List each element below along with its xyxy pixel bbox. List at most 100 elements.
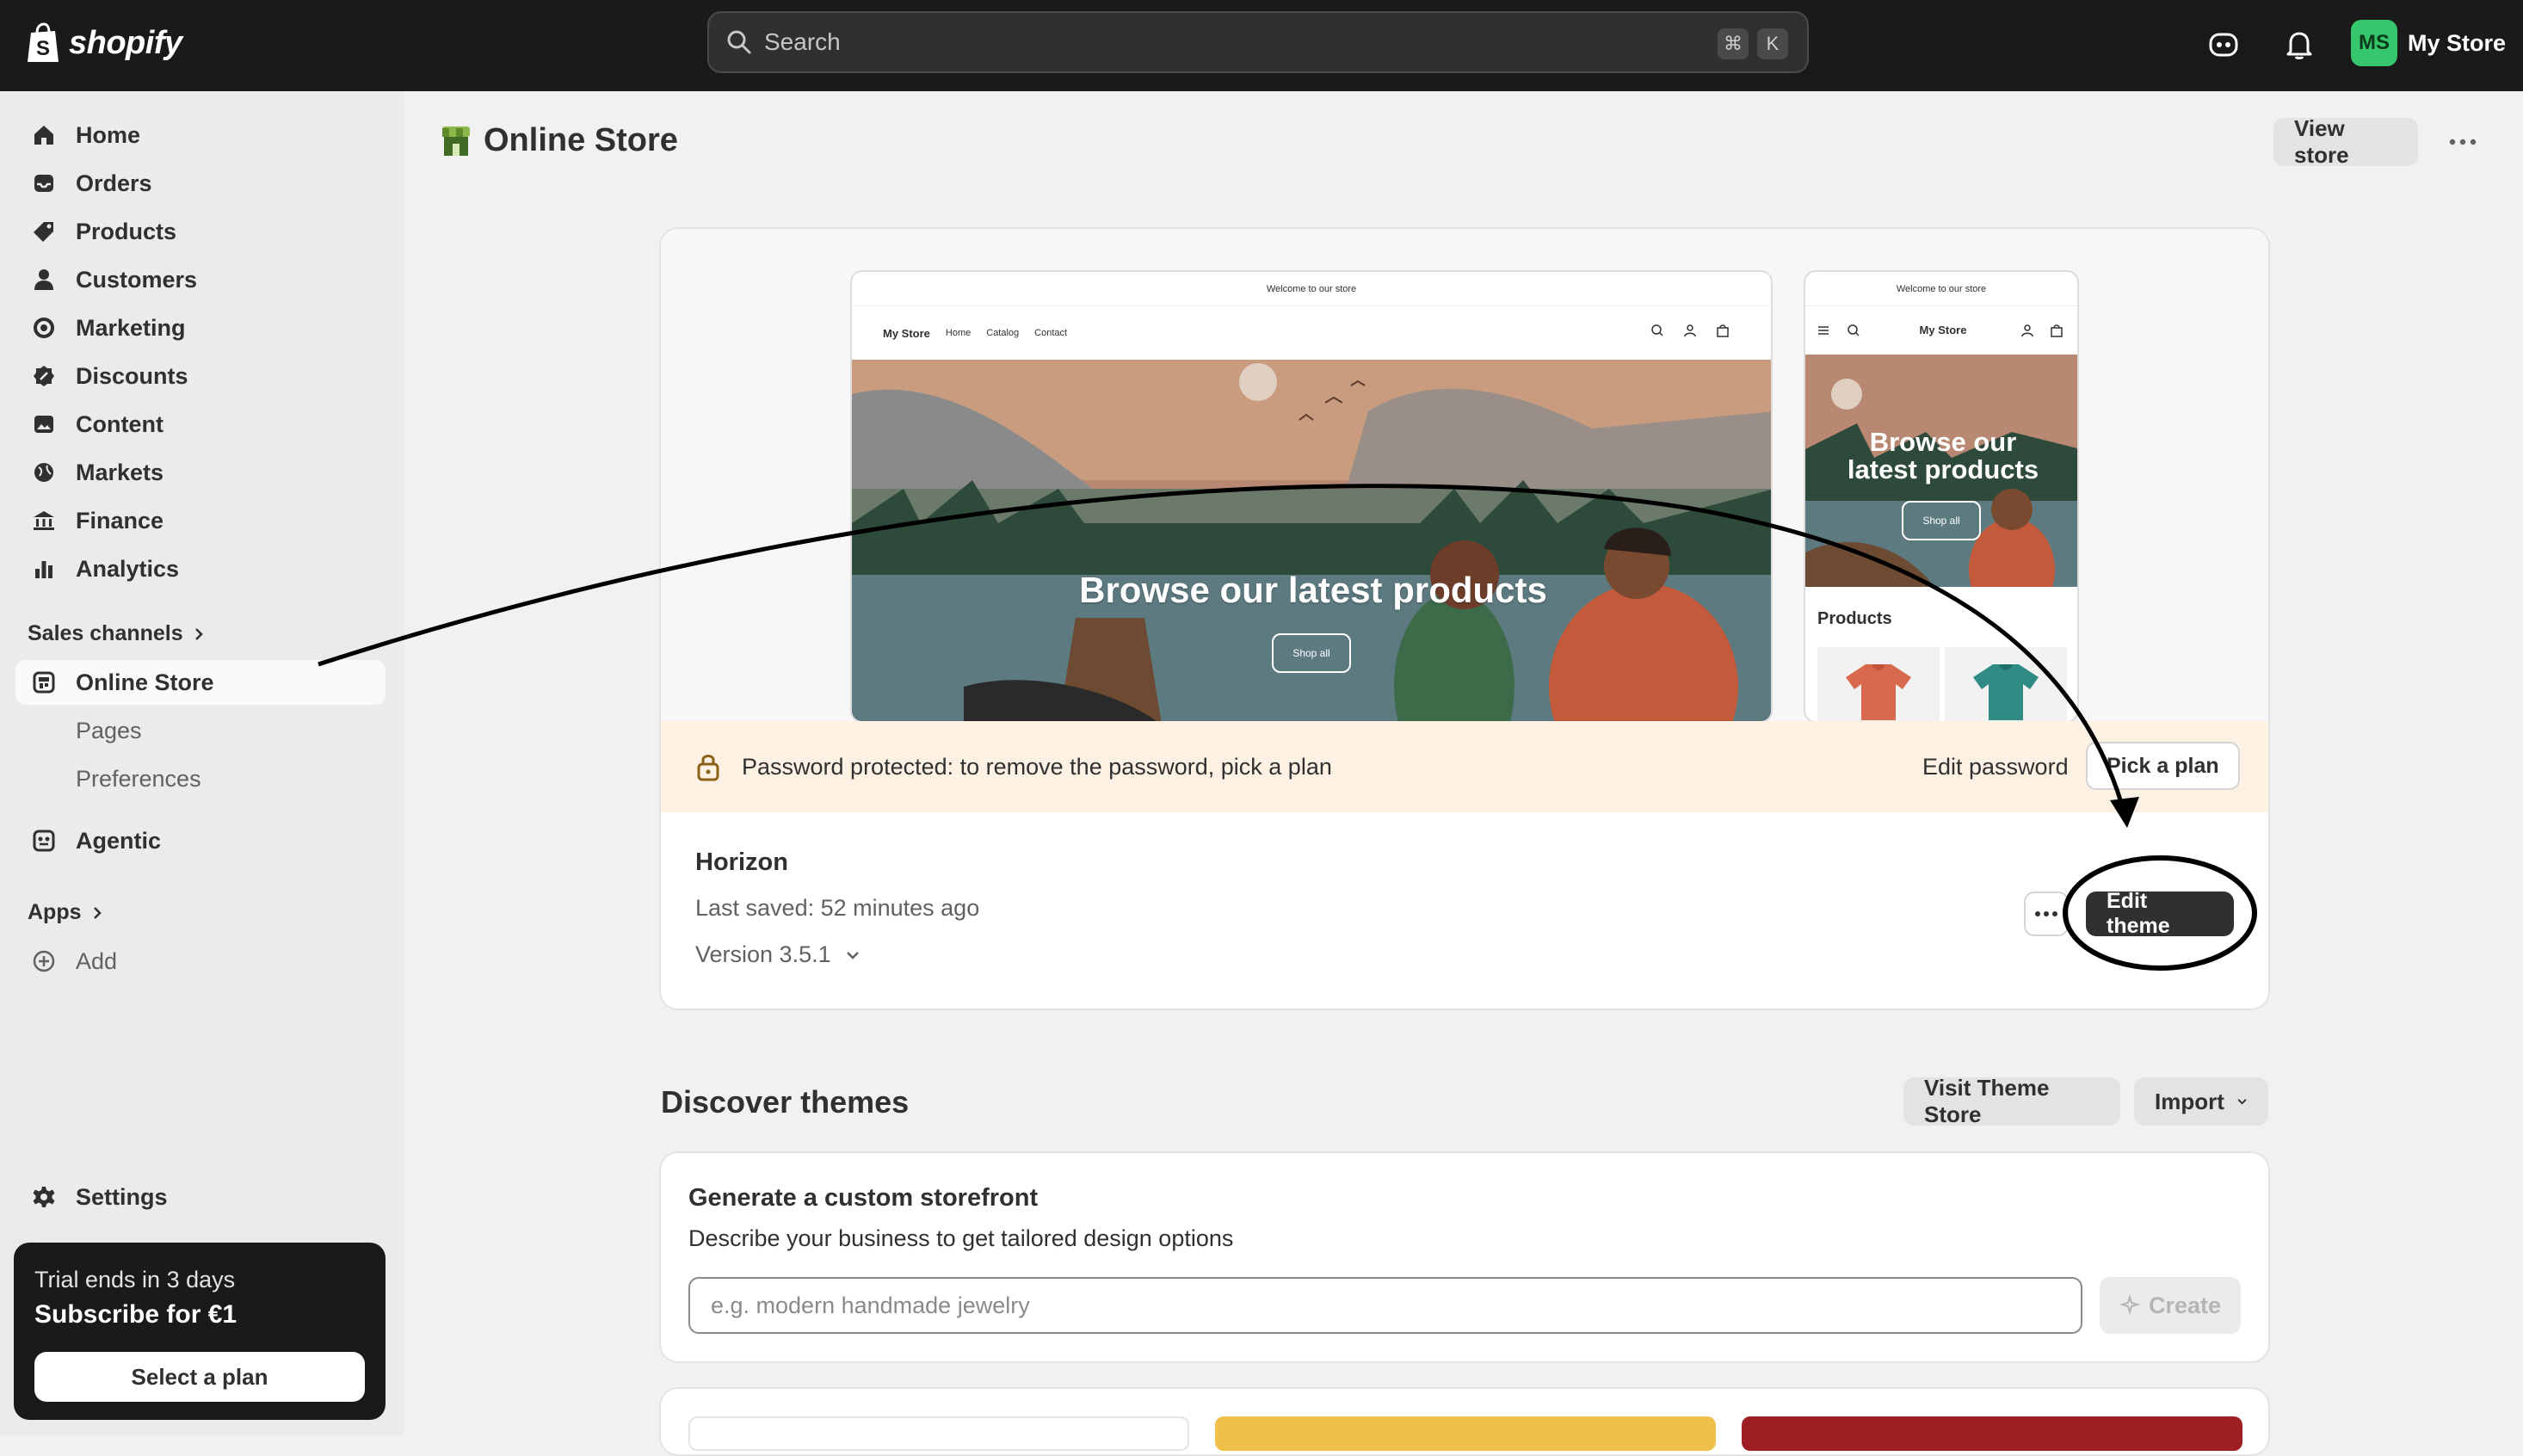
sidebar-item-home[interactable]: Home — [15, 113, 386, 157]
view-store-button[interactable]: View store — [2273, 115, 2418, 168]
sidebar-item-settings[interactable]: Settings — [15, 1175, 386, 1219]
sidebar-item-agentic[interactable]: Agentic — [15, 818, 386, 863]
mobile-hero-headline: Browse our latest products — [1847, 427, 2039, 484]
more-actions-icon[interactable] — [2444, 127, 2482, 157]
lock-icon — [697, 755, 719, 781]
subscribe-text: Subscribe for €1 — [34, 1300, 237, 1329]
desktop-preview: Welcome to our store My Store Home Catal… — [850, 270, 1773, 723]
password-banner-text: Password protected: to remove the passwo… — [742, 753, 1332, 780]
sidebar-item-pages[interactable]: Pages — [15, 708, 386, 753]
sidebar-item-analytics[interactable]: Analytics — [15, 546, 386, 591]
generate-title: Generate a custom storefront — [688, 1184, 1039, 1212]
gear-icon — [31, 1184, 57, 1210]
sidebar-item-products[interactable]: Products — [15, 209, 386, 254]
image-icon — [31, 411, 57, 437]
preview-nav-home: Home — [945, 328, 972, 338]
input-placeholder: e.g. modern handmade jewelry — [711, 1292, 1030, 1318]
import-label: Import — [2155, 1088, 2224, 1114]
preview-nav-catalog: Catalog — [986, 328, 1020, 338]
apps-label: Apps — [28, 900, 82, 924]
mobile-announcement-bar: Welcome to our store — [1805, 272, 2077, 306]
sidekick-icon[interactable] — [2205, 26, 2242, 64]
storefront-description-input[interactable]: e.g. modern handmade jewelry — [688, 1277, 2082, 1334]
sidebar-item-discounts[interactable]: Discounts — [15, 354, 386, 398]
account-menu[interactable]: MS My Store — [2351, 19, 2506, 67]
store-name: My Store — [2408, 29, 2507, 56]
discover-themes-title: Discover themes — [661, 1084, 910, 1120]
product-tile-red-shirt — [1817, 647, 1940, 721]
storefront-icon — [31, 669, 57, 695]
sidebar-item-markets[interactable]: Markets — [15, 450, 386, 495]
hero-shop-all-button: Shop all — [1272, 633, 1351, 673]
sidebar-item-finance[interactable]: Finance — [15, 498, 386, 543]
search-bar[interactable]: Search ⌘ K — [707, 11, 1809, 73]
theme-gallery — [659, 1387, 2270, 1456]
mobile-menu-icon — [1818, 326, 1829, 335]
create-label: Create — [2148, 1292, 2222, 1318]
teal-tshirt-icon — [1973, 664, 2039, 720]
trial-ends-text: Trial ends in 3 days — [34, 1267, 236, 1293]
sidebar-item-label: Analytics — [76, 555, 180, 582]
tag-icon — [31, 219, 57, 244]
version-text: Version 3.5.1 — [695, 941, 831, 967]
mobile-cart-icon — [2051, 324, 2063, 337]
product-tile-teal-shirt — [1945, 647, 2067, 721]
theme-preview[interactable]: Welcome to our store My Store Home Catal… — [661, 229, 2268, 723]
edit-password-link[interactable]: Edit password — [1922, 754, 2069, 780]
search-icon — [727, 30, 751, 54]
sidebar-item-customers[interactable]: Customers — [15, 257, 386, 302]
mobile-search-icon — [1848, 324, 1860, 336]
hero-headline: Browse our latest products — [1079, 570, 1547, 610]
sidebar-item-label: Agentic — [76, 827, 162, 854]
sidebar-item-marketing[interactable]: Marketing — [15, 305, 386, 350]
target-icon — [31, 315, 57, 341]
preview-search-icon — [1651, 324, 1663, 336]
bell-icon[interactable] — [2280, 26, 2318, 64]
select-plan-button[interactable]: Select a plan — [34, 1352, 365, 1402]
generate-subtitle: Describe your business to get tailored d… — [688, 1225, 1234, 1251]
sidebar-item-label: Home — [76, 121, 141, 148]
page-title-text: Online Store — [484, 122, 678, 158]
sales-channels-label: Sales channels — [28, 621, 183, 645]
sidebar-item-label: Finance — [76, 507, 164, 534]
preview-header: My Store Home Catalog Contact — [852, 306, 1771, 360]
sidebar-item-label: Orders — [76, 170, 152, 196]
theme-thumbnail[interactable] — [1742, 1416, 2242, 1451]
visit-theme-store-button[interactable]: Visit Theme Store — [1903, 1075, 2120, 1127]
shopify-logo[interactable]: S shopify — [26, 19, 182, 67]
preview-store-name: My Store — [883, 326, 930, 340]
pick-plan-button[interactable]: Pick a plan — [2086, 742, 2240, 790]
apps-header[interactable]: Apps — [28, 900, 102, 925]
mobile-shop-all-button: Shop all — [1902, 501, 1981, 540]
chevron-down-icon — [846, 951, 859, 959]
home-icon — [31, 122, 57, 148]
sidebar-item-label: Preferences — [76, 765, 201, 792]
globe-icon — [31, 460, 57, 485]
version-selector[interactable]: Version 3.5.1 — [695, 941, 861, 968]
bar-chart-icon — [31, 556, 57, 582]
create-button[interactable]: Create — [2100, 1277, 2241, 1334]
sidebar-item-online-store[interactable]: Online Store — [15, 660, 386, 705]
sidebar-item-add[interactable]: Add — [15, 939, 386, 984]
sidebar-item-label: Add — [76, 947, 118, 974]
sidebar-item-preferences[interactable]: Preferences — [15, 756, 386, 801]
sales-channels-header[interactable]: Sales channels — [28, 621, 204, 646]
sidebar-item-orders[interactable]: Orders — [15, 161, 386, 206]
password-banner: Password protected: to remove the passwo… — [661, 721, 2268, 812]
last-saved-text: Last saved: 52 minutes ago — [695, 895, 980, 921]
theme-thumbnail[interactable] — [1215, 1416, 1716, 1451]
sidebar-item-label: Pages — [76, 717, 142, 743]
preview-nav-contact: Contact — [1034, 328, 1068, 338]
edit-theme-button[interactable]: Edit theme — [2086, 889, 2234, 938]
mobile-account-icon — [2021, 324, 2033, 337]
svg-text:S: S — [36, 37, 50, 60]
bank-icon — [31, 508, 57, 534]
online-store-icon — [442, 126, 470, 156]
red-tshirt-icon — [1846, 664, 1911, 720]
theme-thumbnail[interactable] — [688, 1416, 1189, 1451]
inbox-icon — [31, 170, 57, 196]
sidebar-item-content[interactable]: Content — [15, 402, 386, 447]
import-button[interactable]: Import — [2134, 1077, 2268, 1126]
theme-actions-button[interactable] — [2024, 891, 2069, 936]
trial-card: Trial ends in 3 days Subscribe for €1 Se… — [14, 1243, 386, 1420]
